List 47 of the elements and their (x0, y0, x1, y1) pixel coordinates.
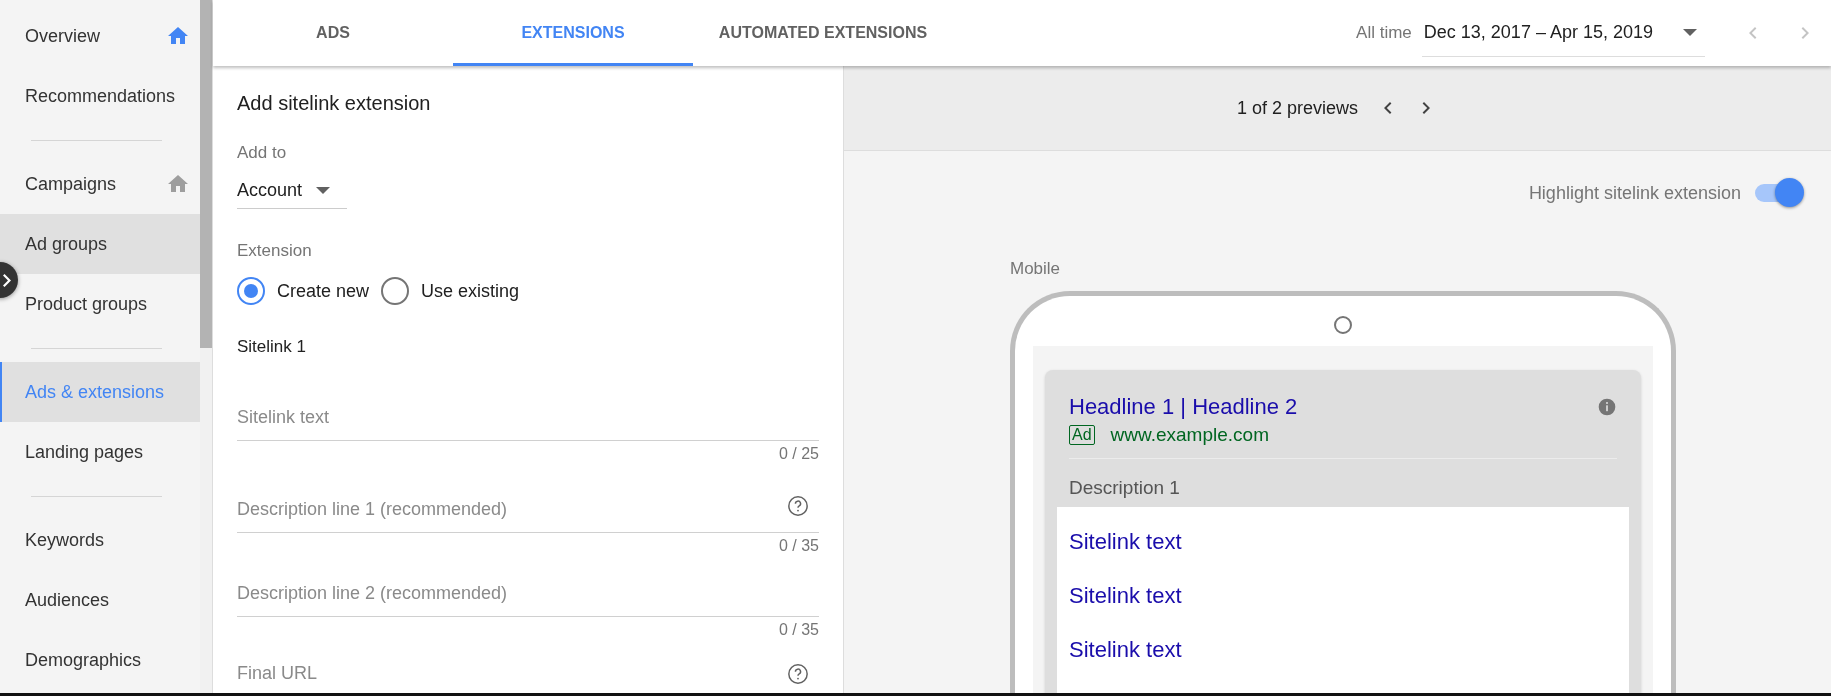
sidebar-item[interactable]: Ad groups (0, 214, 200, 274)
preview-count: 1 of 2 previews (1236, 97, 1359, 119)
sitelink[interactable]: Sitelink text (1069, 637, 1617, 691)
device-label: Mobile (1010, 259, 1062, 279)
sidebar-item[interactable]: Product groups (0, 274, 200, 334)
tab[interactable]: ADS (213, 0, 453, 66)
tab[interactable]: AUTOMATED EXTENSIONS (693, 0, 953, 66)
ad-description: Description 1 (1068, 476, 1181, 500)
character-counter: 0 / 25 (777, 445, 819, 463)
sidebar-item[interactable]: Landing pages (0, 422, 200, 482)
info-icon[interactable] (1597, 397, 1617, 417)
input-field[interactable]: Final URL (237, 663, 819, 693)
caret-icon (316, 187, 331, 194)
scrollbar[interactable] (200, 0, 213, 693)
field-label: Extension (237, 241, 313, 261)
character-counter: 0 / 35 (777, 537, 819, 555)
sidebar-item[interactable]: Campaigns (0, 154, 200, 214)
chevron-icon (3, 273, 11, 287)
form-title: Add sitelink extension (237, 92, 432, 115)
input-field[interactable]: Sitelink text (237, 403, 819, 441)
caret-icon (1683, 29, 1697, 36)
radio-label[interactable]: Create new (277, 280, 370, 302)
toggle-label: Highlight sitelink extension (1528, 182, 1741, 204)
sidebar-item[interactable]: Recommendations (0, 66, 200, 126)
sidebar-item[interactable]: Audiences (0, 570, 200, 630)
help-icon[interactable] (787, 663, 809, 685)
camera-icon (1334, 316, 1352, 334)
ad-url: www.example.com (1110, 424, 1269, 446)
field-label: Add to (237, 143, 288, 163)
sidebar-item[interactable]: Keywords (0, 510, 200, 570)
section-title: Sitelink 1 (237, 337, 307, 357)
radio-label[interactable]: Use existing (421, 280, 520, 302)
character-counter: 0 / 35 (777, 621, 819, 639)
input-field[interactable]: Description line 1 (recommended) (237, 495, 819, 533)
date-range-dropdown[interactable]: Dec 13, 2017 – Apr 15, 2019 (1421, 9, 1705, 57)
date-range-label: All time (1356, 23, 1412, 43)
input-field[interactable]: Description line 2 (recommended) (237, 579, 819, 617)
ad-badge: Ad (1069, 425, 1095, 445)
sidebar-item[interactable]: Demographics (0, 630, 200, 690)
ad-headline[interactable]: Headline 1 | Headline 2 (1069, 394, 1298, 420)
help-icon[interactable] (787, 495, 809, 517)
radio-button[interactable] (381, 277, 410, 305)
radio-button[interactable] (237, 277, 265, 305)
sitelink[interactable]: Sitelink text (1069, 583, 1617, 637)
add-to-dropdown[interactable]: Account (237, 173, 347, 209)
sidebar-item[interactable]: Overview (0, 6, 200, 66)
sitelink[interactable]: Sitelink text (1069, 529, 1617, 583)
